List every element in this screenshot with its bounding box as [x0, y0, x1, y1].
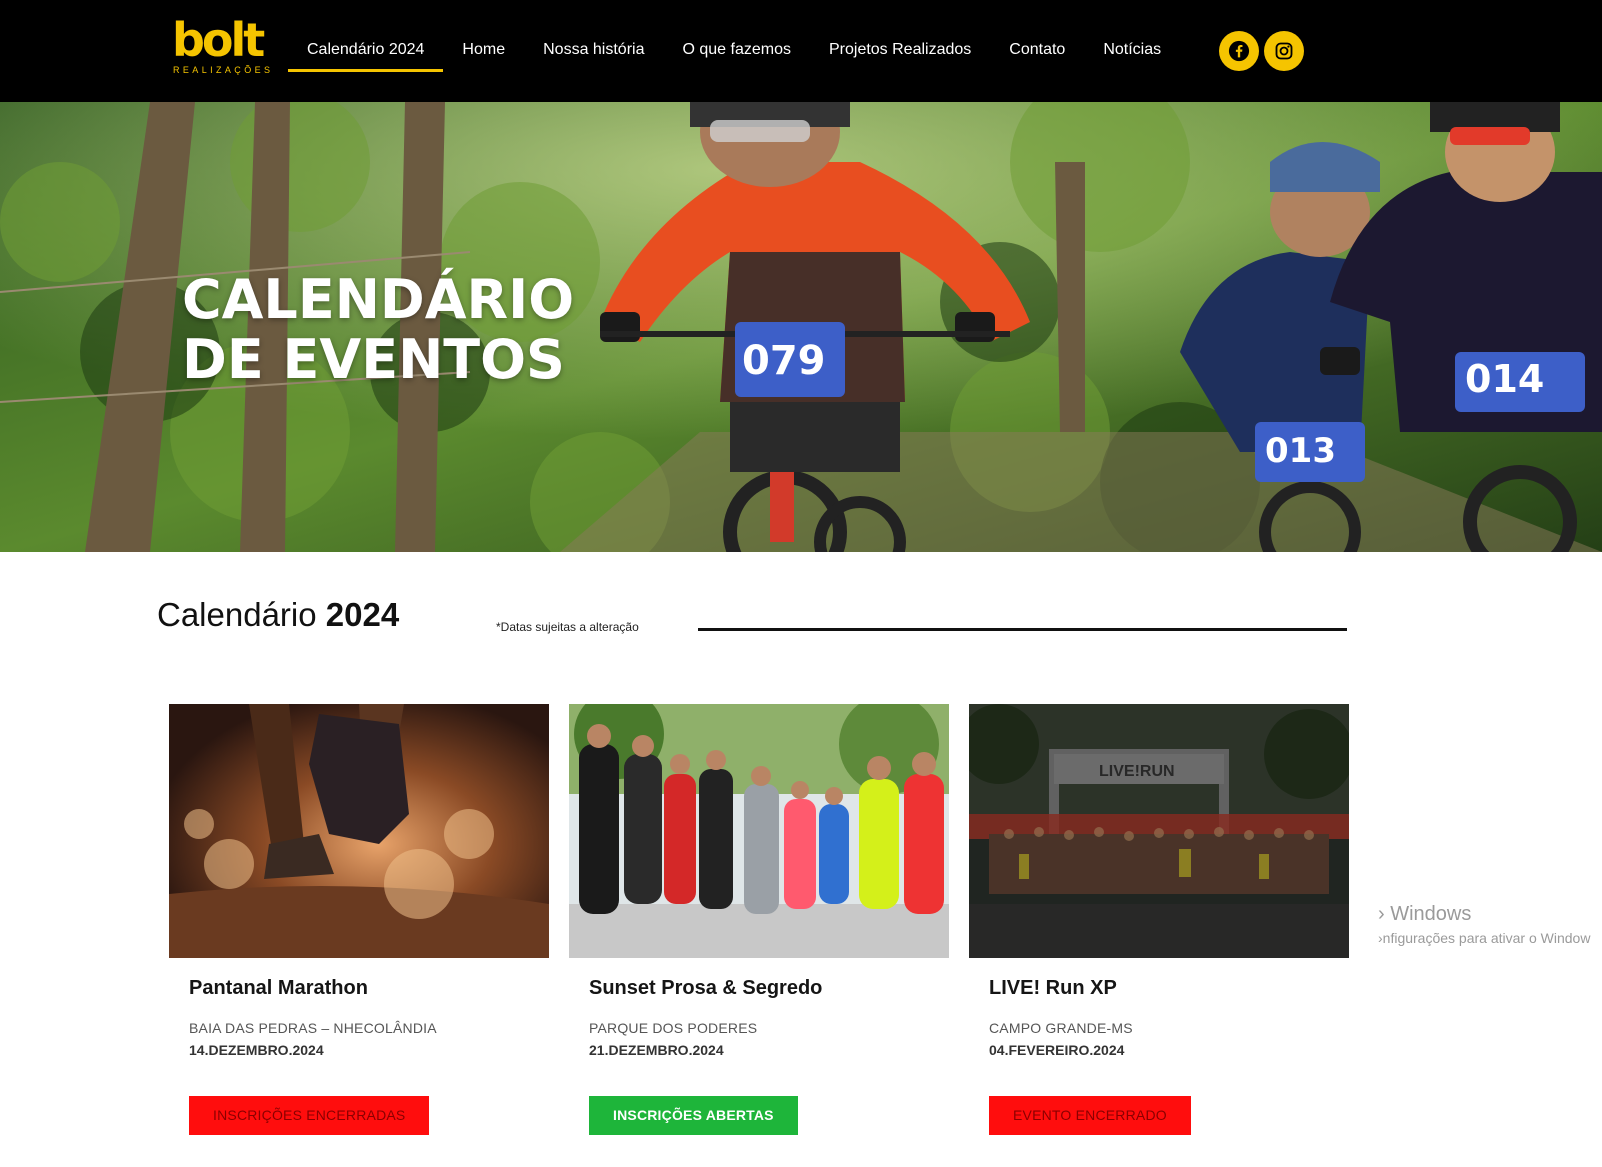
bib-number-014: 014 [1465, 357, 1544, 401]
event-card-live-run-xp: LIVE!RUN LIVE! Run XP CAMPO GRANDE-MS 04… [969, 704, 1349, 1144]
hero-title-line-2: DE EVENTOS [182, 328, 565, 391]
bolt-logo[interactable]: bolt REALIZAÇÕES [172, 14, 270, 78]
nav-item-contato[interactable]: Contato [990, 32, 1084, 72]
nav-item-noticias[interactable]: Notícias [1084, 32, 1180, 72]
event-date: 14.DEZEMBRO.2024 [189, 1042, 324, 1058]
event-image-trail-runner[interactable] [169, 704, 549, 958]
event-title[interactable]: Pantanal Marathon [189, 977, 368, 1000]
instagram-button[interactable] [1264, 31, 1304, 71]
registration-open-button[interactable]: INSCRIÇÕES ABERTAS [589, 1096, 798, 1135]
event-location: PARQUE DOS PODERES [589, 1020, 758, 1036]
event-image-street-runners[interactable] [569, 704, 949, 958]
hero-title-line-1: CALENDÁRIO [182, 268, 575, 331]
main-menu: Calendário 2024 Home Nossa história O qu… [288, 32, 1180, 72]
facebook-button[interactable] [1219, 31, 1259, 71]
section-title: Calendário 2024 [157, 596, 399, 634]
logo-subtitle: REALIZAÇÕES [173, 65, 274, 75]
event-date: 21.DEZEMBRO.2024 [589, 1042, 724, 1058]
bib-number-013: 013 [1265, 431, 1336, 471]
registration-closed-button[interactable]: INSCRIÇÕES ENCERRADAS [189, 1096, 430, 1135]
nav-item-o-que-fazemos[interactable]: O que fazemos [663, 32, 810, 72]
instagram-icon [1275, 42, 1293, 60]
event-location: CAMPO GRANDE-MS [989, 1020, 1133, 1036]
section-title-light: Calendário [157, 596, 317, 633]
hero-banner: 079 013 014 CALENDÁRIO DE EVENTOS [0, 102, 1602, 552]
event-ended-button[interactable]: EVENTO ENCERRADO [989, 1096, 1191, 1135]
event-date: 04.FEVEREIRO.2024 [989, 1042, 1125, 1058]
event-location: BAIA DAS PEDRAS – NHECOLÂNDIA [189, 1020, 437, 1036]
logo-wordmark: bolt [172, 13, 265, 67]
event-title[interactable]: Sunset Prosa & Segredo [589, 977, 822, 1000]
top-navbar: bolt REALIZAÇÕES Calendário 2024 Home No… [0, 0, 1602, 102]
bib-number-079: 079 [742, 338, 826, 384]
watermark-line-1: › Windows [1378, 903, 1472, 925]
event-card-pantanal-marathon: Pantanal Marathon BAIA DAS PEDRAS – NHEC… [169, 704, 549, 1144]
section-note: *Datas sujeitas a alteração [496, 620, 639, 634]
nav-item-calendario-2024[interactable]: Calendário 2024 [288, 32, 444, 72]
section-divider [698, 628, 1347, 631]
event-card-sunset-prosa-segredo: Sunset Prosa & Segredo PARQUE DOS PODERE… [569, 704, 949, 1144]
hero-title: CALENDÁRIO DE EVENTOS [182, 270, 574, 390]
facebook-icon [1228, 40, 1250, 62]
nav-item-nossa-historia[interactable]: Nossa história [524, 32, 663, 72]
nav-item-projetos-realizados[interactable]: Projetos Realizados [810, 32, 990, 72]
windows-activation-watermark: › Windows ›nfigurações para ativar o Win… [1378, 903, 1590, 946]
watermark-line-2: ›nfigurações para ativar o Window [1378, 930, 1591, 946]
event-title[interactable]: LIVE! Run XP [989, 977, 1117, 1000]
nav-item-home[interactable]: Home [443, 32, 524, 72]
event-image-race-start[interactable]: LIVE!RUN [969, 704, 1349, 958]
section-title-bold: 2024 [325, 596, 400, 633]
